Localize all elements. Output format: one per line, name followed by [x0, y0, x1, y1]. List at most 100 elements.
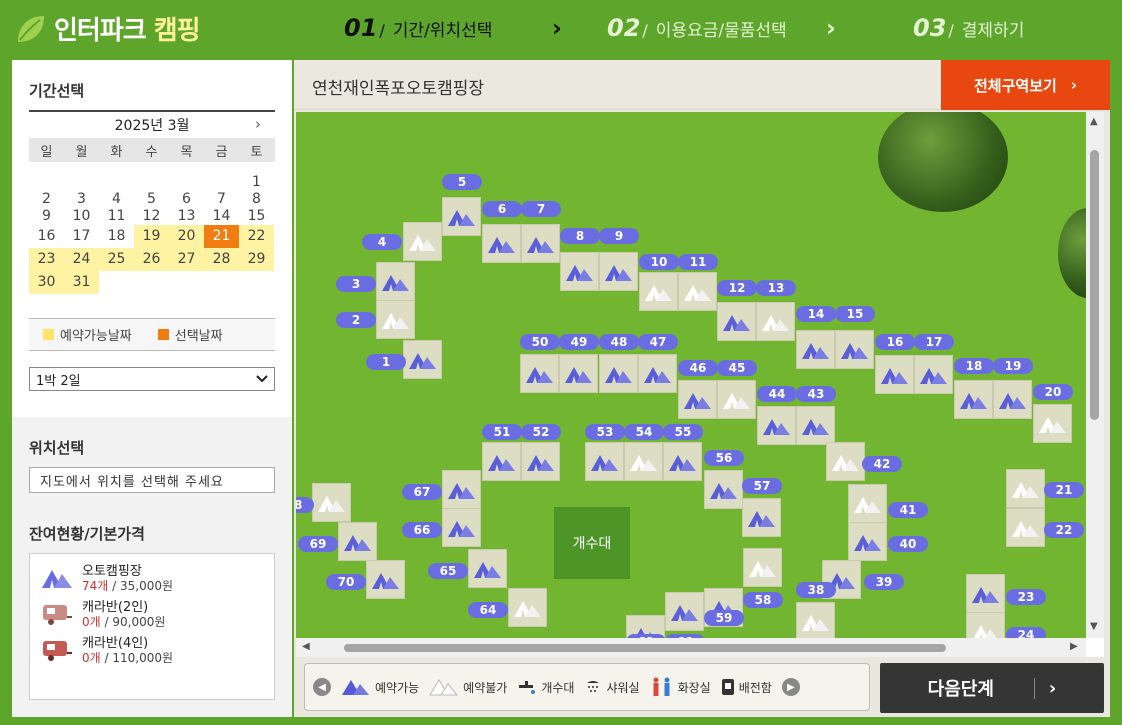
- view-all-zones-button[interactable]: 전체구역보기 ›: [941, 60, 1110, 110]
- campsite-tile[interactable]: [757, 406, 796, 445]
- calendar-day-available[interactable]: 23: [29, 248, 64, 271]
- campsite-number[interactable]: 1: [366, 354, 406, 370]
- campsite-number[interactable]: 40: [888, 536, 928, 552]
- campsite-tile[interactable]: [599, 354, 638, 393]
- campsite-number[interactable]: 18: [954, 358, 994, 374]
- campsite-number[interactable]: 19: [993, 358, 1033, 374]
- campsite-number[interactable]: 55: [663, 424, 703, 440]
- chevron-right-icon[interactable]: ›: [255, 115, 261, 133]
- legend-next-icon[interactable]: ▶: [781, 678, 800, 696]
- campsite-tile[interactable]: [338, 522, 377, 561]
- campsite-tile[interactable]: [585, 442, 624, 481]
- campsite-tile[interactable]: [665, 592, 704, 631]
- campsite-number[interactable]: 46: [678, 360, 718, 376]
- campsite-number[interactable]: 14: [796, 306, 836, 322]
- campsite-tile[interactable]: [848, 522, 887, 561]
- campsite-tile[interactable]: [678, 380, 717, 419]
- campsite-tile[interactable]: [468, 549, 507, 588]
- campsite-number[interactable]: 9: [599, 228, 639, 244]
- campsite-number[interactable]: 12: [717, 280, 757, 296]
- campsite-number[interactable]: 54: [624, 424, 664, 440]
- campsite-number[interactable]: 50: [520, 334, 560, 350]
- campsite-tile[interactable]: [442, 470, 481, 509]
- campsite-number[interactable]: 44: [757, 386, 797, 402]
- campsite-number[interactable]: 23: [1006, 589, 1046, 605]
- calendar-day-available[interactable]: 26: [134, 248, 169, 271]
- campsite-number[interactable]: 56: [704, 450, 744, 466]
- scroll-down-icon[interactable]: ▼: [1090, 621, 1098, 632]
- campsite-tile[interactable]: [638, 354, 677, 393]
- campsite-number[interactable]: 15: [835, 306, 875, 322]
- campsite-number[interactable]: 48: [599, 334, 639, 350]
- vertical-scrollbar[interactable]: ▲ ▼: [1086, 112, 1104, 638]
- calendar-day-available[interactable]: 25: [99, 248, 134, 271]
- campsite-number[interactable]: 39: [864, 574, 904, 590]
- calendar-day-available[interactable]: 20: [169, 225, 204, 248]
- campsite-number[interactable]: 2: [336, 312, 376, 328]
- horizontal-scrollbar[interactable]: ◀ ▶: [296, 638, 1086, 657]
- campsite-tile[interactable]: [560, 252, 599, 291]
- campsite-number[interactable]: 16: [875, 334, 915, 350]
- campsite-tile[interactable]: [704, 470, 743, 509]
- campsite-tile[interactable]: [993, 380, 1032, 419]
- campsite-tile[interactable]: [599, 252, 638, 291]
- campsite-number[interactable]: 64: [468, 602, 508, 618]
- campsite-tile[interactable]: [796, 406, 835, 445]
- campsite-tile[interactable]: [914, 355, 953, 394]
- campsite-tile[interactable]: [521, 442, 560, 481]
- campsite-number[interactable]: 58: [743, 592, 783, 608]
- campsite-tile[interactable]: [742, 498, 781, 537]
- calendar-day-available[interactable]: 24: [64, 248, 99, 271]
- campsite-tile[interactable]: [442, 508, 481, 547]
- calendar-day-available[interactable]: 30: [29, 271, 64, 294]
- campsite-number[interactable]: 51: [482, 424, 522, 440]
- scroll-right-icon[interactable]: ▶: [1070, 641, 1078, 652]
- location-field[interactable]: 지도에서 위치를 선택해 주세요: [29, 467, 275, 493]
- scroll-left-icon[interactable]: ◀: [302, 641, 310, 652]
- calendar-day-available[interactable]: 28: [204, 248, 239, 271]
- campsite-tile[interactable]: [663, 442, 702, 481]
- campsite-number[interactable]: 7: [521, 201, 561, 217]
- campsite-number[interactable]: 53: [585, 424, 625, 440]
- calendar-day-available[interactable]: 27: [169, 248, 204, 271]
- vertical-scroll-thumb[interactable]: [1090, 150, 1099, 420]
- campsite-number[interactable]: 45: [717, 360, 757, 376]
- campsite-number[interactable]: 17: [914, 334, 954, 350]
- campsite-number[interactable]: 10: [639, 254, 679, 270]
- campsite-number[interactable]: 68: [296, 497, 314, 513]
- campsite-tile[interactable]: [559, 354, 598, 393]
- campsite-tile[interactable]: [875, 355, 914, 394]
- calendar-day-selected[interactable]: 21: [204, 225, 239, 248]
- campsite-number[interactable]: 3: [336, 276, 376, 292]
- campsite-tile[interactable]: [835, 330, 874, 369]
- campsite-number[interactable]: 8: [560, 228, 600, 244]
- campsite-number[interactable]: 57: [742, 478, 782, 494]
- campsite-number[interactable]: 43: [796, 386, 836, 402]
- calendar-day-available[interactable]: 19: [134, 225, 169, 248]
- campsite-number[interactable]: 41: [888, 502, 928, 518]
- campsite-number[interactable]: 47: [638, 334, 678, 350]
- campsite-tile[interactable]: [442, 197, 481, 236]
- campsite-number[interactable]: 20: [1033, 384, 1073, 400]
- calendar-day-available[interactable]: 22: [239, 225, 274, 248]
- campsite-number[interactable]: 59: [704, 610, 744, 626]
- calendar-day-available[interactable]: 29: [239, 248, 274, 271]
- logo[interactable]: 인터파크 캠핑: [14, 10, 201, 47]
- campsite-number[interactable]: 38: [796, 582, 836, 598]
- campsite-number[interactable]: 70: [326, 574, 366, 590]
- calendar-day-available[interactable]: 31: [64, 271, 99, 294]
- campsite-tile[interactable]: [521, 224, 560, 263]
- campsite-map[interactable]: 개수대 5 6 7 4 8 9 10 11 3 2 1 12 13 14 15 16 17 18 19 20 50 49 4…: [296, 112, 1086, 638]
- campsite-number[interactable]: 49: [559, 334, 599, 350]
- campsite-number[interactable]: 42: [862, 456, 902, 472]
- campsite-tile[interactable]: [403, 340, 442, 379]
- campsite-tile[interactable]: [954, 380, 993, 419]
- campsite-tile[interactable]: [717, 302, 756, 341]
- campsite-number[interactable]: 21: [1044, 482, 1084, 498]
- campsite-tile[interactable]: [482, 442, 521, 481]
- horizontal-scroll-thumb[interactable]: [344, 644, 946, 652]
- campsite-number[interactable]: 65: [428, 563, 468, 579]
- campsite-number[interactable]: 22: [1044, 522, 1084, 538]
- campsite-tile[interactable]: [366, 560, 405, 599]
- campsite-number[interactable]: 52: [521, 424, 561, 440]
